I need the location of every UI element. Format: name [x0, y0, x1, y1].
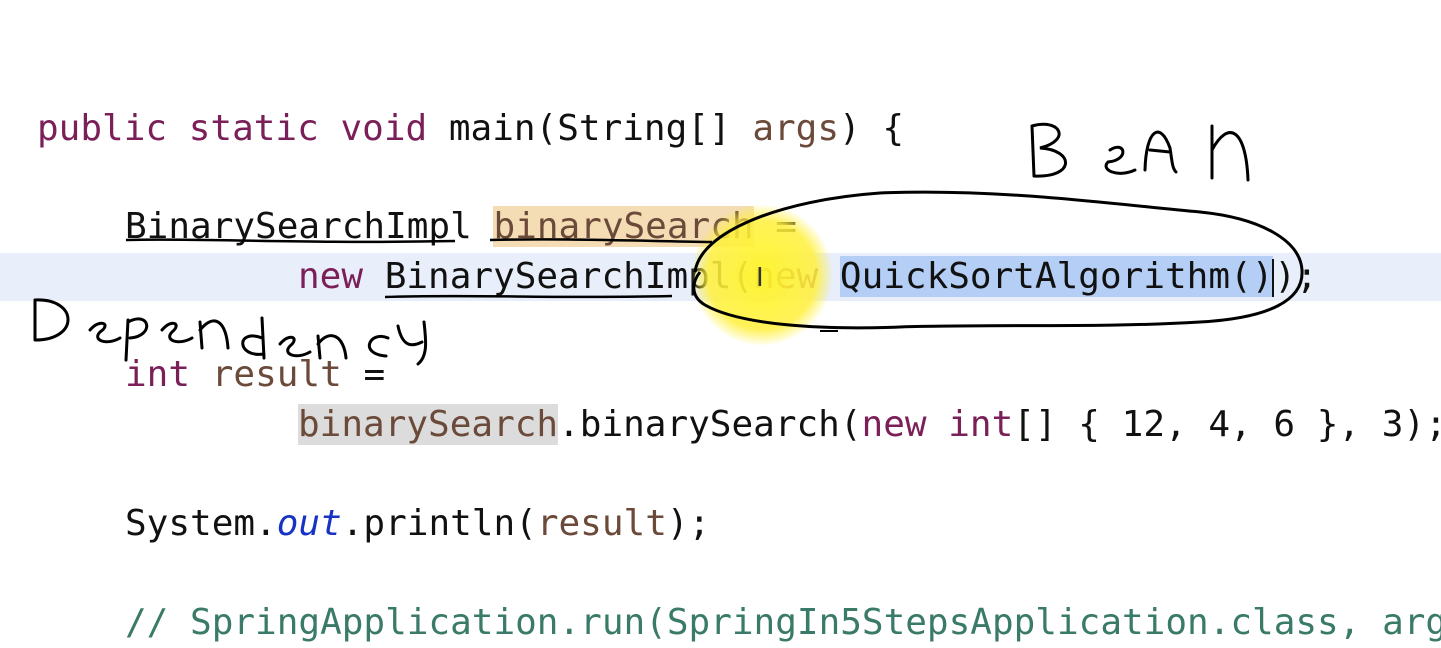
arg-result: result — [536, 503, 667, 544]
code-line-println[interactable]: System.out.println(result); — [125, 499, 710, 549]
variable-binary-search-read: binarySearch — [298, 404, 559, 445]
code-line-binary-search-call[interactable]: binarySearch.binarySearch(new int[] { 12… — [298, 400, 1441, 450]
keyword-new: new — [298, 256, 364, 297]
selected-quick-sort-algorithm[interactable]: QuickSortAlgorithm() — [839, 256, 1274, 297]
i-beam-icon: I — [756, 263, 764, 293]
code-line-comment[interactable]: // SpringApplication.run(SpringIn5StepsA… — [125, 598, 1441, 648]
statement-end: ); — [1274, 256, 1318, 297]
field-out: out — [276, 503, 342, 544]
code-line-int-result[interactable]: int result = — [125, 350, 385, 400]
println-close: ); — [666, 503, 711, 544]
type-binary-search-impl: BinarySearchImpl — [125, 206, 472, 247]
println-call: .println( — [341, 503, 537, 544]
comment-spring-application: // SpringApplication.run(SpringIn5StepsA… — [125, 602, 1441, 643]
assign-operator-2: = — [341, 354, 386, 395]
keyword-static: static — [188, 108, 319, 149]
code-line-declaration[interactable]: BinarySearchImpl binarySearch = — [125, 202, 797, 252]
keyword-new-array: new — [861, 404, 927, 445]
signature-close: ) { — [839, 108, 905, 149]
code-line-main-signature[interactable]: public static void main(String[] args) { — [37, 104, 904, 154]
param-args: args — [752, 108, 840, 149]
method-signature: main(String[] — [448, 108, 731, 149]
variable-result: result — [211, 354, 342, 395]
array-literal: [] { 12, 4, 6 }, 3); — [1013, 404, 1441, 445]
keyword-int: int — [125, 354, 191, 395]
method-call: .binarySearch( — [558, 404, 862, 445]
system-class: System. — [125, 503, 277, 544]
keyword-public: public — [37, 108, 168, 149]
keyword-void: void — [340, 108, 428, 149]
keyword-int-array: int — [948, 404, 1014, 445]
